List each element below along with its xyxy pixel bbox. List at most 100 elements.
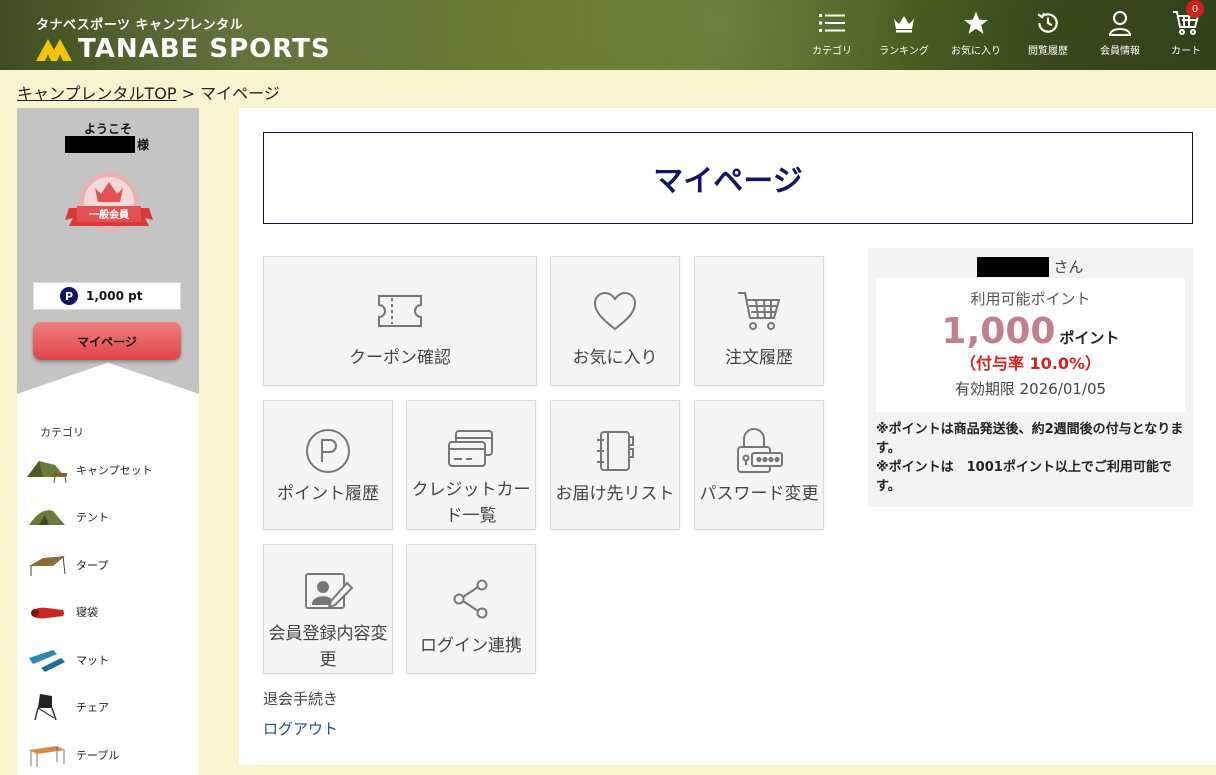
category-item-chair[interactable]: チェア <box>25 684 197 732</box>
cart-count-badge: 0 <box>1186 0 1204 18</box>
point-history-label: ポイント履歴 <box>277 484 379 504</box>
site-header: タナベスポーツ キャンプレンタル TANABE SPORTS カテゴリ ランキン… <box>0 0 1216 70</box>
page-title-box: マイページ <box>263 132 1193 224</box>
brand-name: TANABE SPORTS <box>78 34 331 64</box>
crown-icon <box>892 6 916 40</box>
nav-cart[interactable]: 0 カート <box>1156 0 1216 64</box>
user-name: 様 <box>65 136 149 153</box>
table-icon <box>25 738 69 772</box>
coupon-label: クーポン確認 <box>349 348 451 368</box>
point-panel: さん 利用可能ポイント 1,000 ポイント （付与率 10.0%） 有効期限 … <box>868 248 1193 507</box>
point-icon: P <box>60 287 78 305</box>
tent-icon <box>25 500 69 534</box>
share-icon <box>450 573 492 625</box>
coupon-icon <box>376 285 424 337</box>
list-icon <box>819 6 845 40</box>
point-expiry: 有効期限 2026/01/05 <box>954 380 1107 398</box>
login-link-label: ログイン連携 <box>420 636 522 656</box>
address-list-tile[interactable]: お届け先リスト <box>550 400 680 530</box>
nav-ranking[interactable]: ランキング <box>868 6 940 64</box>
coupon-tile[interactable]: クーポン確認 <box>263 256 537 386</box>
category-label: テント <box>76 511 109 525</box>
brand-logo[interactable]: TANABE SPORTS <box>36 34 331 64</box>
welcome-text: ようこそ <box>83 122 132 136</box>
point-notes: ※ポイントは商品発送後、約2週間後の付与となります。 ※ポイントは 1001ポイ… <box>876 420 1188 496</box>
sidebar: ようこそ 様 一般会員 P 1,000 pt マイページ カテゴリ キャンプセッ… <box>17 108 199 775</box>
point-panel-honorific: さん <box>1053 258 1084 276</box>
category-title: カテゴリ <box>40 426 84 439</box>
category-item-tarp[interactable]: タープ <box>25 541 197 589</box>
tarp-icon <box>25 548 69 582</box>
credit-card-label: クレジットカード一覧 <box>411 480 531 526</box>
profile-edit-tile[interactable]: 会員登録内容変更 <box>263 544 393 674</box>
page-title: マイページ <box>653 164 803 199</box>
rank-label: 一般会員 <box>89 208 129 221</box>
nav-member[interactable]: 会員情報 <box>1084 6 1156 64</box>
category-label: タープ <box>76 558 109 572</box>
orders-label: 注文履歴 <box>725 348 793 368</box>
category-label: チェア <box>76 701 109 715</box>
password-tile[interactable]: パスワード変更 <box>694 400 824 530</box>
nav-cart-label: カート <box>1171 46 1201 57</box>
withdraw-link[interactable]: 退会手続き <box>263 688 338 709</box>
credit-card-icon <box>446 425 496 473</box>
logo-mark-icon <box>36 37 72 61</box>
breadcrumb-home-link[interactable]: キャンプレンタルTOP <box>17 84 177 103</box>
credit-card-tile[interactable]: クレジットカード一覧 <box>406 400 536 530</box>
cart-icon <box>736 285 782 337</box>
sidebar-points: P 1,000 pt <box>33 282 181 310</box>
available-points-value: 1,000 <box>941 311 1056 352</box>
category-label: テーブル <box>76 748 120 762</box>
category-item-tent[interactable]: テント <box>25 494 197 542</box>
point-rate: （付与率 10.0%） <box>959 354 1102 373</box>
heart-icon <box>592 285 638 337</box>
rank-badge: 一般会員 <box>61 164 157 236</box>
breadcrumb-separator: > <box>176 84 201 103</box>
mypage-button[interactable]: マイページ <box>33 322 181 360</box>
user-icon <box>1108 6 1132 40</box>
favorites-label: お気に入り <box>572 348 658 368</box>
point-note-1: ※ポイントは商品発送後、約2週間後の付与となります。 <box>876 422 1184 456</box>
available-points: 1,000 ポイント <box>876 311 1185 352</box>
point-card: 利用可能ポイント 1,000 ポイント （付与率 10.0%） 有効期限 202… <box>876 278 1185 412</box>
category-item-sleeping-bag[interactable]: 寝袋 <box>25 589 197 637</box>
nav-history[interactable]: 閲覧履歴 <box>1012 6 1084 64</box>
camp-set-icon <box>25 453 69 487</box>
category-item-mat[interactable]: マット <box>25 636 197 684</box>
category-label: キャンプセット <box>76 463 153 477</box>
nav-favorites-label: お気に入り <box>951 46 1001 57</box>
category-item-table[interactable]: テーブル <box>25 731 197 775</box>
brand-subtitle: タナベスポーツ キャンプレンタル <box>36 18 244 33</box>
nav-history-label: 閲覧履歴 <box>1028 46 1068 57</box>
breadcrumb: キャンプレンタルTOP > マイページ <box>17 80 280 104</box>
category-list: キャンプセット テント タープ 寝袋 マット チェア テーブル <box>25 446 197 775</box>
lock-icon <box>734 425 784 477</box>
logout-link[interactable]: ログアウト <box>263 718 338 739</box>
point-history-tile[interactable]: ポイント履歴 <box>263 400 393 530</box>
sidebar-points-value: 1,000 pt <box>86 289 143 303</box>
star-icon <box>963 6 989 40</box>
redacted-name <box>977 256 1050 277</box>
category-label: 寝袋 <box>76 606 98 620</box>
nav-category-label: カテゴリ <box>812 46 852 57</box>
nav-member-label: 会員情報 <box>1100 46 1140 57</box>
point-icon <box>304 425 352 477</box>
main-content: マイページ クーポン確認 お気に入り 注文履歴 ポイント履歴 クレジットカード一… <box>239 108 1216 765</box>
redacted-name <box>65 136 135 153</box>
honorific: 様 <box>137 138 150 152</box>
profile-edit-icon <box>303 569 353 617</box>
nav-ranking-label: ランキング <box>879 46 929 57</box>
available-points-label: 利用可能ポイント <box>970 290 1091 308</box>
sleeping-bag-icon <box>25 595 69 629</box>
nav-category[interactable]: カテゴリ <box>796 6 868 64</box>
category-item-camp-set[interactable]: キャンプセット <box>25 446 197 494</box>
available-points-unit: ポイント <box>1059 329 1120 347</box>
favorites-tile[interactable]: お気に入り <box>550 256 680 386</box>
login-link-tile[interactable]: ログイン連携 <box>406 544 536 674</box>
password-label: パスワード変更 <box>699 484 819 504</box>
breadcrumb-current: マイページ <box>200 84 280 103</box>
nav-favorites[interactable]: お気に入り <box>940 6 1012 64</box>
orders-tile[interactable]: 注文履歴 <box>694 256 824 386</box>
chair-icon <box>25 690 69 724</box>
header-nav: カテゴリ ランキング お気に入り 閲覧履歴 会員情報 0 カート <box>796 0 1216 64</box>
